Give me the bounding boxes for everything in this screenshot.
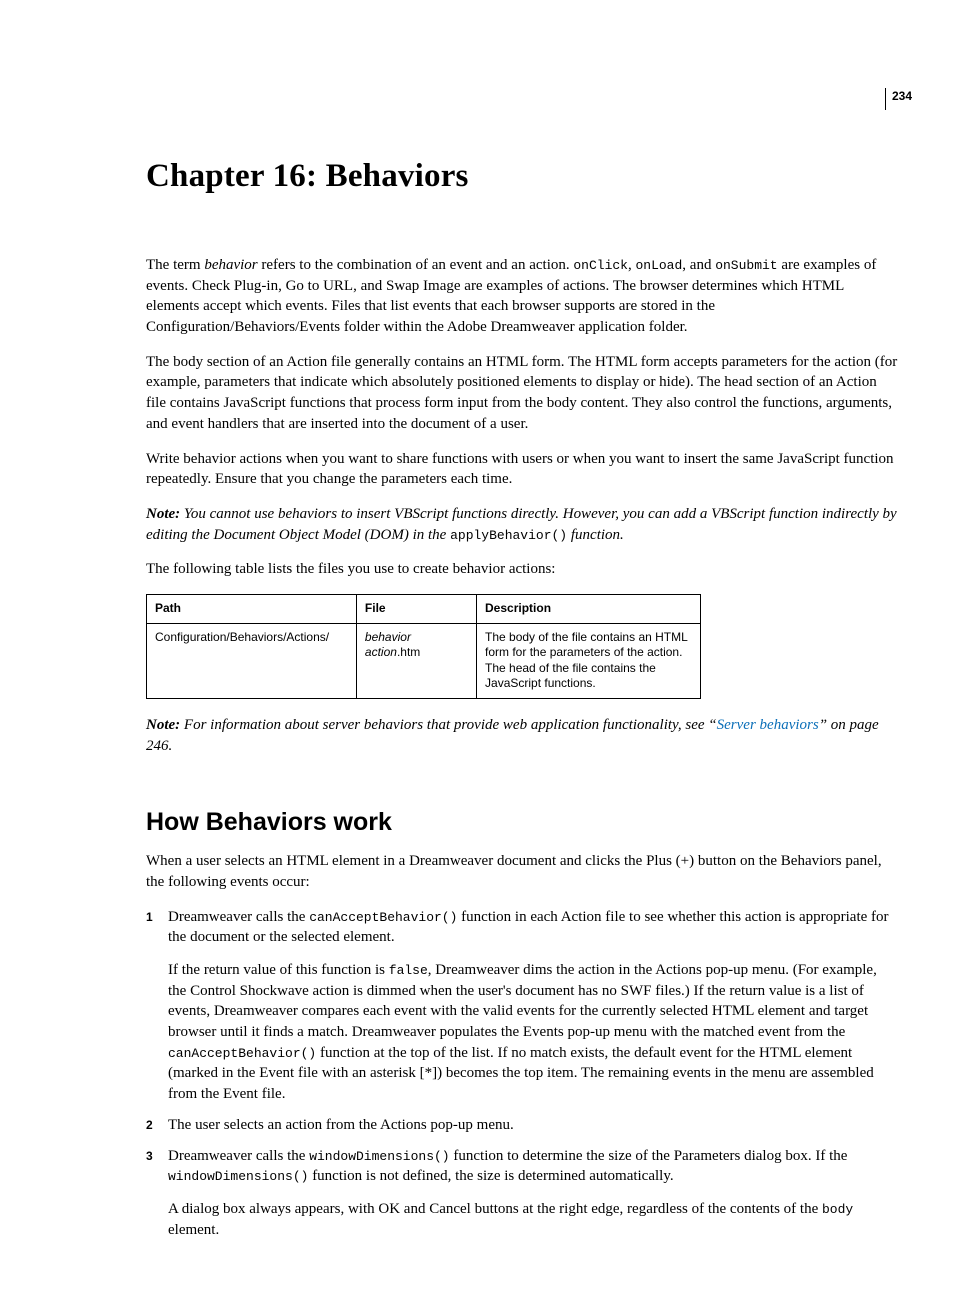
th-file: File [356,594,476,623]
code-windowdimensions: windowDimensions() [309,1149,449,1164]
note-lead: Note: [146,506,184,522]
code-onclick: onClick [573,258,628,273]
steps-list: Dreamweaver calls the canAcceptBehavior(… [146,907,898,1241]
paragraph: A dialog box always appears, with OK and… [168,1199,898,1240]
paragraph: The following table lists the files you … [146,559,898,580]
th-path: Path [147,594,357,623]
paragraph: Dreamweaver calls the canAcceptBehavior(… [168,907,898,948]
td-file: behavior action.htm [356,623,476,698]
step-2: The user selects an action from the Acti… [146,1115,898,1136]
note-lead: Note: [146,717,184,733]
th-description: Description [477,594,701,623]
text: The term [146,257,204,273]
paragraph: If the return value of this function is … [168,960,898,1105]
file-ext: .htm [397,645,420,659]
paragraph: Write behavior actions when you want to … [146,449,898,490]
paragraph: Dreamweaver calls the windowDimensions()… [168,1146,898,1187]
text: function to determine the size of the Pa… [450,1148,848,1164]
code-windowdimensions: windowDimensions() [168,1169,308,1184]
code-canacceptbehavior: canAcceptBehavior() [309,910,457,925]
code-body: body [822,1202,853,1217]
term-behavior: behavior [204,257,257,273]
paragraph: The user selects an action from the Acti… [168,1115,898,1136]
code-onload: onLoad [635,258,682,273]
text: Dreamweaver calls the [168,1148,309,1164]
td-description: The body of the file contains an HTML fo… [477,623,701,698]
page-number: 234 [892,88,912,102]
text: For information about server behaviors t… [184,717,717,733]
table-row: Configuration/Behaviors/Actions/ behavio… [147,623,701,698]
page: 234 Chapter 16: Behaviors The term behav… [0,0,954,1310]
step-3: Dreamweaver calls the windowDimensions()… [146,1146,898,1241]
td-path: Configuration/Behaviors/Actions/ [147,623,357,698]
text: refers to the combination of an event an… [258,257,574,273]
code-canacceptbehavior: canAcceptBehavior() [168,1046,316,1061]
text: A dialog box always appears, with OK and… [168,1201,822,1217]
files-table: Path File Description Configuration/Beha… [146,594,701,699]
text: element. [168,1222,219,1238]
paragraph: The term behavior refers to the combinat… [146,255,898,338]
text: Dreamweaver calls the [168,909,309,925]
code-false: false [389,963,428,978]
page-number-container: 234 [885,88,912,110]
paragraph: The body section of an Action file gener… [146,352,898,435]
note: Note: You cannot use behaviors to insert… [146,504,898,545]
code-applybehavior: applyBehavior() [450,528,567,543]
paragraph: When a user selects an HTML element in a… [146,851,898,892]
code-onsubmit: onSubmit [715,258,777,273]
link-server-behaviors[interactable]: Server behaviors [717,717,819,733]
note: Note: For information about server behav… [146,715,898,756]
text: function. [567,527,624,543]
section-title: How Behaviors work [146,808,898,837]
text: , and [682,257,715,273]
chapter-title: Chapter 16: Behaviors [146,158,898,195]
step-1: Dreamweaver calls the canAcceptBehavior(… [146,907,898,1105]
text: function is not defined, the size is det… [308,1168,673,1184]
table-header-row: Path File Description [147,594,701,623]
text: If the return value of this function is [168,962,389,978]
